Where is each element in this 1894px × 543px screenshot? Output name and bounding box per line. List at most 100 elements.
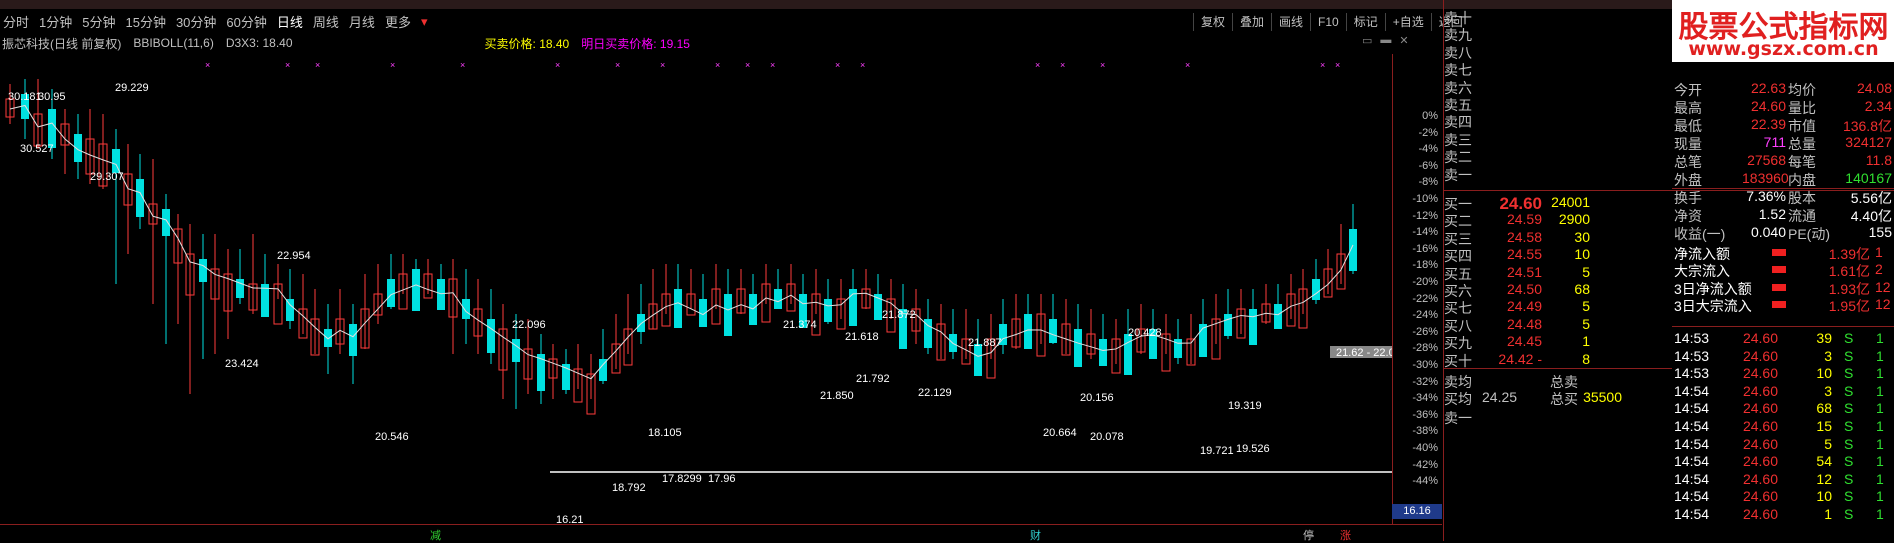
minimize-icon[interactable]: ▬ [1380,34,1391,47]
top-menu-item[interactable] [1256,3,1314,9]
candle-body [412,269,420,311]
tab-7[interactable]: 周线 [313,12,339,31]
tool-button-3[interactable]: F10 [1310,12,1346,31]
price-label: 21.850 [820,390,854,402]
candle-body [199,259,207,282]
top-menu-item[interactable] [785,3,845,9]
close-icon[interactable]: ✕ [1399,34,1408,47]
tool-button-5[interactable]: +自选 [1384,12,1431,31]
bid-price: 24.55 [1506,246,1542,263]
tab-1[interactable]: 1分钟 [39,12,72,31]
price-label: 20.546 [375,431,409,443]
flow-extra: 1 [1875,244,1883,260]
tool-button-1[interactable]: 叠加 [1232,12,1271,31]
quote-cell: 22.63 [1750,80,1786,96]
top-menu-item[interactable] [851,3,924,9]
signal-x-mark: × [1035,60,1040,70]
top-menu-item[interactable] [56,3,119,9]
price-label: 30.181 [8,91,42,103]
flow-extra: 12 [1875,296,1891,313]
candlestick-chart[interactable]: × × × × × × × × × × × × × × × × × × × 30.18130.95 29.229 30.5… [0,54,1392,524]
quote-row: 现量 711 总量 324127 [1672,134,1894,152]
quote-cell: 324127 [1845,134,1892,150]
tool-button-4[interactable]: 标记 [1345,12,1385,31]
flow-row: 3日净流入额 1.93亿 12 [1672,279,1894,297]
ask-row: 卖一 [1444,165,1590,183]
tab-5[interactable]: 60分钟 [226,12,266,31]
top-menu-item[interactable] [125,3,201,9]
signal-x-mark: × [205,60,210,70]
quote-cell: 流通 [1788,208,1816,224]
price-label: 29.307 [90,171,124,183]
tab-6[interactable]: 日线 [277,12,303,31]
summary-row: 买均 24.25 总买 35500 [1444,389,1672,408]
bid-qty: 8 [1582,350,1590,367]
candle-body [286,299,294,321]
tick-cell: 24.60 [1742,382,1778,399]
axis-tick-label: -10% [1412,193,1438,205]
tick-cell: 14:54 [1674,400,1710,417]
top-menu-item[interactable] [1087,3,1159,9]
price-label: 18.105 [648,427,682,439]
flow-row: 大宗流入 1.61亿 2 [1672,261,1894,279]
price-label: 22.096 [512,319,546,331]
axis-tick-label: -22% [1412,292,1438,305]
quote-cell: 155 [1868,224,1892,240]
signal-x-mark: × [555,60,560,70]
signal-x-mark: × [715,60,720,70]
top-menu-item[interactable] [0,3,50,9]
tick-row: 14:54 24.60 3 S 1 [1672,383,1894,401]
bid-qty: 1 [1582,333,1590,350]
top-menu-item[interactable] [1165,3,1250,9]
tool-button-2[interactable]: 画线 [1271,12,1310,31]
site-logo: 股票公式指标网 www.gszx.com.cn [1672,0,1894,62]
quote-cell: 现量 [1674,136,1702,152]
tab-3[interactable]: 15分钟 [125,12,165,31]
quote-cell: 140167 [1845,170,1892,186]
tick-cell: 54 [1816,453,1832,470]
tab-4[interactable]: 30分钟 [176,12,216,31]
tick-cell: S [1844,453,1854,470]
candle-body [512,339,520,362]
ask-label: 卖九 [1444,27,1472,44]
axis-tick-label: -40% [1412,442,1438,454]
top-menu-item[interactable] [612,3,686,9]
top-menu-item[interactable] [302,3,364,9]
top-menu-item[interactable] [451,3,539,9]
bid-row: 买一 24.60 24001 [1444,194,1590,213]
top-menu-item[interactable] [1320,3,1391,9]
quote-cell: 外盘 [1674,172,1702,188]
summary-total-label: 总买 [1550,391,1578,408]
ask-label: 卖六 [1444,79,1472,96]
candle-body [1124,334,1132,375]
quote-divider [1672,188,1894,189]
signal-x-mark: × [285,60,290,70]
ask-label: 卖二 [1444,149,1472,166]
top-menu-item[interactable] [692,3,779,9]
top-menu-item[interactable] [370,3,445,9]
tick-cell: 14:54 [1674,453,1710,470]
current-price-label: 21.62 - 22.0 [1336,347,1392,359]
top-menu-item[interactable] [1022,3,1081,9]
flow-bar [1772,266,1786,274]
tab-2[interactable]: 5分钟 [82,12,115,31]
top-menu-item[interactable] [930,3,1016,9]
bid-price: 24.51 [1506,263,1542,280]
quote-row: 外盘 183960 内盘 140167 [1672,170,1894,188]
axis-tick-label: -20% [1412,276,1438,288]
tick-row: 14:53 24.60 3 S 1 [1672,348,1894,366]
bid-row: 买二 24.59 2900 [1444,211,1590,229]
top-menu-item[interactable] [207,3,296,9]
indicator-name[interactable]: BBIBOLL(11,6) [133,36,213,50]
restore-icon[interactable]: ▭ [1362,34,1372,47]
dropdown-icon[interactable]: ▾ [421,14,428,30]
quote-cell: 24.08 [1856,80,1892,96]
tab-8[interactable]: 月线 [349,12,375,31]
candle-body [749,294,757,325]
price-label: 17.8299 [662,473,702,485]
tab-9[interactable]: 更多 [385,12,411,31]
top-menu-item[interactable] [545,3,606,9]
quote-row: 净资 1.52 流通 4.40亿 [1672,206,1894,224]
tool-button-0[interactable]: 复权 [1193,12,1232,31]
tab-0[interactable]: 分时 [3,12,29,31]
